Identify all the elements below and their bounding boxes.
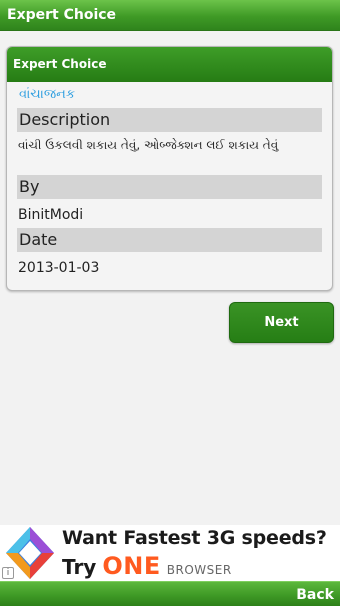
app-screen: Expert Choice Expert Choice વાંચાજનક Des… — [0, 0, 340, 606]
ad-product-text: BROWSER — [166, 563, 232, 577]
ad-tagline: Try ONE BROWSER — [62, 552, 232, 580]
description-label: Description — [17, 108, 322, 132]
word-text: વાંચાજનક — [19, 87, 76, 102]
date-value: 2013-01-03 — [18, 260, 100, 276]
ad-headline: Want Fastest 3G speeds? — [62, 527, 327, 549]
ad-brand-text: ONE — [102, 552, 161, 580]
description-value: વાંચી ઉકલવી શકાય તેવું, ઓબ્જેક્શન લઈ શકા… — [18, 138, 279, 152]
ad-banner[interactable]: i Want Fastest 3G speeds? Try ONE BROWSE… — [0, 525, 340, 581]
bottom-bar: Back — [0, 581, 340, 606]
app-title: Expert Choice — [7, 7, 117, 23]
title-bar: Expert Choice — [0, 0, 340, 31]
by-label: By — [17, 175, 322, 199]
ad-info-icon[interactable]: i — [2, 567, 14, 579]
word-details-card: Expert Choice વાંચાજનક Description વાંચી… — [6, 46, 333, 291]
ad-try-text: Try — [62, 555, 97, 579]
date-label: Date — [17, 228, 322, 252]
card-body: વાંચાજનક Description વાંચી ઉકલવી શકાય તે… — [7, 82, 332, 279]
back-button[interactable]: Back — [296, 582, 334, 606]
card-header: Expert Choice — [7, 47, 332, 82]
next-button[interactable]: Next — [229, 302, 334, 343]
next-button-label: Next — [264, 315, 299, 330]
by-value: BinitModi — [18, 207, 84, 223]
